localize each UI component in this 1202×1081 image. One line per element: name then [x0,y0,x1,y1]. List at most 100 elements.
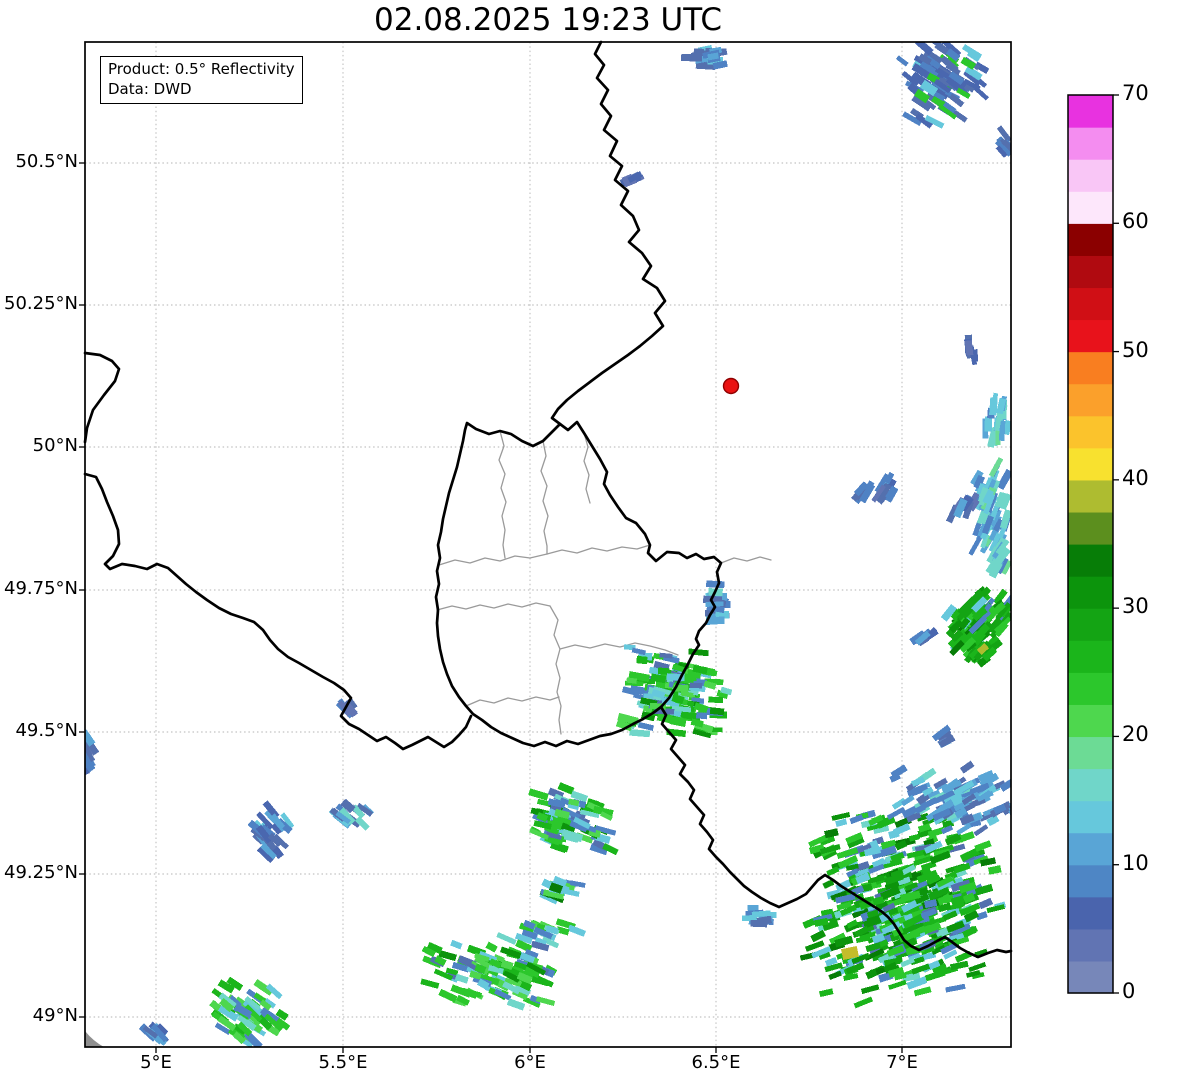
radar-echo-cell [824,828,839,839]
national-border-line [550,40,667,426]
radar-map-plot: dBZ [79,40,1119,1053]
colorbar-segment [1068,672,1113,705]
radar-echo-cell [496,932,517,945]
radar-echo-cell [959,760,975,774]
radar-echo-cell [911,963,931,975]
radar-echo-cell [860,984,880,995]
echo-south-dashes [518,918,586,949]
product-line: Product: 0.5° Reflectivity [108,60,295,78]
x-tick-label: 7°E [886,1052,918,1073]
echo-speck-mid-right-2 [871,471,899,505]
data-source-line: Data: DWD [108,80,192,99]
echo-speck-4 [741,904,777,928]
radar-echo-cell [706,580,725,589]
echo-speck-1 [909,627,939,647]
colorbar-tick-label: 50 [1122,337,1149,362]
plot-title: 02.08.2025 19:23 UTC [374,2,722,38]
colorbar-segment [1068,640,1113,673]
axis-ticks [79,162,903,1053]
colorbar-segment [1068,447,1113,481]
radar-echo-cell [681,53,703,62]
echo-left-edge [85,729,100,775]
radar-coverage-edge-wedge [85,1031,104,1047]
regional-border-line [465,696,560,707]
y-tick-label: 50°N [32,435,78,456]
radar-echo-cell [810,929,827,943]
colorbar-segment [1068,704,1113,738]
y-tick-label: 49.25°N [4,862,78,883]
product-info-box: Product: 0.5° Reflectivity Data: DWD [100,56,303,104]
radar-echoes-layer [85,42,1031,1047]
radar-echo-cell [1013,790,1031,806]
y-tick-label: 50.5°N [15,151,78,172]
radar-echo-cell [747,904,759,911]
radar-echo-cell [968,535,983,556]
colorbar-segment [1068,351,1113,385]
colorbar-segment [1068,608,1113,641]
national-border-line [83,351,121,444]
colorbar-tick-label: 70 [1122,81,1149,105]
colorbar-segment [1068,287,1113,321]
colorbar-tick-label: 0 [1122,979,1136,1003]
colorbar-segment [1068,159,1113,192]
x-tick-label: 6°E [514,1052,546,1073]
regional-border-line [540,440,549,555]
colorbar-segment [1068,832,1113,866]
radar-echo-cell [949,960,969,971]
colorbar-segment [1068,415,1113,449]
radar-site-marker [722,377,740,395]
radar-echo-cell [914,42,934,56]
echo-south-small [539,875,586,905]
colorbar-tick-label: 60 [1122,209,1149,234]
y-tick-label: 49.5°N [15,720,78,741]
colorbar [1067,94,1119,994]
colorbar-tick-label: 10 [1122,850,1149,875]
colorbar-segment [1068,511,1113,545]
echo-speck-mid-right-1 [851,480,876,505]
regional-border-line [498,430,507,559]
radar-echo-cell [819,988,834,998]
y-tick-label: 49.75°N [4,578,78,599]
colorbar-segment [1068,223,1113,256]
radar-echo-cell [567,924,586,937]
colorbar-tick-label: 40 [1122,465,1149,490]
regional-border-line [438,553,548,566]
colorbar-segment [1068,800,1113,834]
x-tick-label: 6.5°E [691,1052,741,1073]
echo-speck-3 [335,697,358,719]
echo-storm-main [799,804,1007,1009]
radar-echo-cell [828,970,842,980]
radar-echo-cell [853,996,873,1009]
regional-border-line [436,602,551,611]
radar-echo-cell [888,979,907,990]
echo-sw-1 [247,800,295,864]
regional-border-line [549,605,562,735]
radar-echo-cell [945,983,966,993]
national-border-line [83,472,473,751]
radar-echo-cell [693,48,705,54]
radar-echo-cell [968,962,987,973]
radar-echo-cell [690,718,704,728]
echo-speck-mid-right-3 [964,334,979,366]
echo-right-blue-specks [946,491,980,524]
colorbar-segment [1068,736,1113,770]
colorbar-segment [1068,191,1113,224]
echo-storm-fringe [886,760,1031,837]
y-tick-label: 49°N [32,1005,78,1026]
echo-speck-north [619,171,645,188]
y-tick-label: 50.25°N [4,293,78,314]
echo-south-cluster [420,932,558,1011]
x-tick-label: 5°E [140,1052,172,1073]
radar-echo-cell [637,721,655,731]
colorbar-segment [1068,383,1113,417]
radar-echo-cell [450,939,463,950]
regional-border-line [546,544,651,555]
colorbar-segment [1068,95,1113,128]
x-tick-label: 5.5°E [318,1052,368,1073]
radar-echo-cell [485,941,498,953]
colorbar-tick-label: 30 [1122,594,1149,619]
radar-echo-cell [999,777,1011,792]
colorbar-segment [1068,928,1113,962]
colorbar-segment [1068,576,1113,609]
echo-right-edge-upper [995,125,1011,158]
